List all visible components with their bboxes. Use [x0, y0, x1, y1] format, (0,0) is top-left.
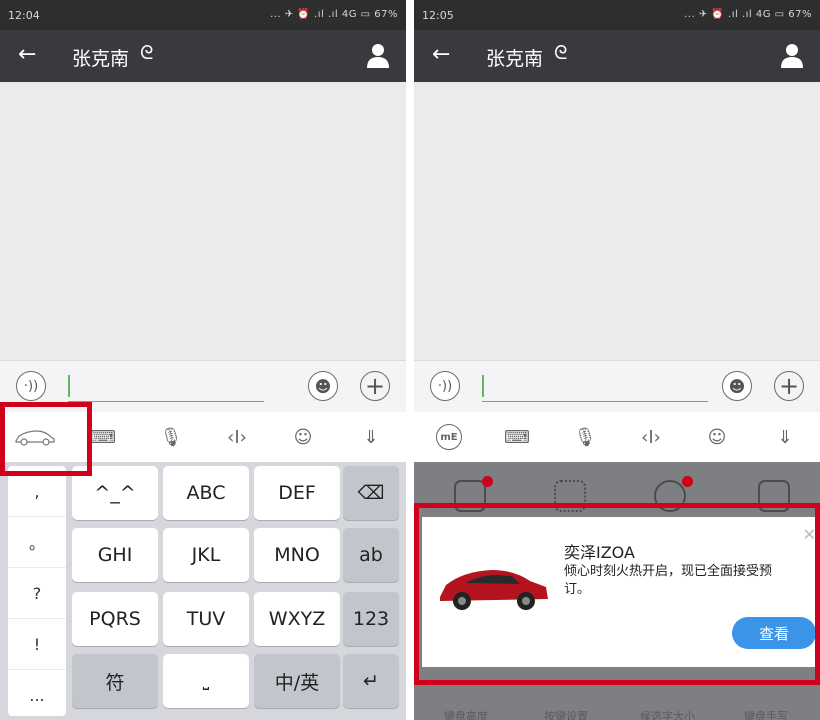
chat-title: 张克南 [486, 48, 544, 70]
key-ghi[interactable]: GHI [72, 528, 158, 582]
cursor-icon[interactable]: ‹I› [618, 412, 684, 462]
symbol-period-key[interactable]: 。 [8, 517, 66, 568]
microphone-icon[interactable]: 🎙 [138, 412, 204, 462]
collapse-icon[interactable]: ⇓ [338, 412, 404, 462]
notification-dot [682, 476, 693, 487]
emoji-icon[interactable]: ☻ [722, 371, 752, 401]
plus-icon[interactable]: + [774, 371, 804, 401]
label-candidate-size: 候选字大小 [640, 710, 695, 720]
text-caret [68, 375, 70, 397]
label-handwriting: 键盘手写 [744, 710, 788, 720]
label-key-settings: 按键设置 [544, 710, 588, 720]
collapse-icon[interactable]: ⇓ [752, 412, 818, 462]
key-def[interactable]: DEF [254, 466, 340, 520]
t9-keyboard: , 。 ? ! ... ^_^ ABC DEF ⌫ GHI JKL MNO ab… [0, 462, 406, 720]
back-arrow-icon[interactable]: ← [18, 42, 36, 67]
key-pqrs[interactable]: PQRS [72, 592, 158, 646]
ime-logo-text: mE [436, 424, 462, 450]
key-tuv[interactable]: TUV [163, 592, 249, 646]
space-key[interactable]: ⎵ [163, 654, 249, 708]
key-lang-switch[interactable]: 中/英 [254, 654, 340, 708]
symbol-ellipsis-key[interactable]: ... [8, 670, 66, 720]
key-123[interactable]: 123 [343, 592, 399, 646]
keyboard-toolbar: mE ⌨ 🎙 ‹I› ☺ ⇓ [414, 412, 820, 463]
status-time: 12:05 [422, 9, 454, 22]
highlight-box-car-icon [0, 402, 92, 476]
title-bar: ← 张克南 ᘓ [414, 30, 820, 82]
notification-dot [482, 476, 493, 487]
status-bar: 12:04 ... ✈ ⏰ .ıl .ıl 4G ▭ 67% [0, 0, 406, 30]
status-icons: ... ✈ ⏰ .ıl .ıl 4G ▭ 67% [270, 9, 398, 20]
smiley-icon[interactable]: ☺ [684, 412, 750, 462]
back-arrow-icon[interactable]: ← [432, 42, 450, 67]
profile-icon[interactable] [366, 42, 390, 68]
key-jkl[interactable]: JKL [163, 528, 249, 582]
symbol-column: , 。 ? ! ... [8, 466, 66, 716]
voice-icon[interactable]: ·)) [430, 371, 460, 401]
key-abc[interactable]: ABC [163, 466, 249, 520]
microphone-icon[interactable]: 🎙 [552, 412, 618, 462]
ear-icon: ᘓ [140, 42, 154, 64]
key-mno[interactable]: MNO [254, 528, 340, 582]
input-bar: ·)) ☻ + [414, 360, 820, 413]
label-keyboard-height: 键盘高度 [444, 710, 488, 720]
status-icons: ... ✈ ⏰ .ıl .ıl 4G ▭ 67% [684, 9, 812, 20]
chat-area [0, 82, 406, 360]
key-wxyz[interactable]: WXYZ [254, 592, 340, 646]
message-input[interactable] [68, 371, 264, 402]
enter-key[interactable]: ↵ [343, 654, 399, 708]
plus-icon[interactable]: + [360, 371, 390, 401]
smiley-icon[interactable]: ☺ [270, 412, 336, 462]
status-bar: 12:05 ... ✈ ⏰ .ıl .ıl 4G ▭ 67% [414, 0, 820, 30]
message-input[interactable] [482, 371, 708, 402]
key-symbols[interactable]: 符 [72, 654, 158, 708]
symbol-question-key[interactable]: ? [8, 568, 66, 619]
keyboard-icon[interactable]: ⌨ [484, 412, 550, 462]
status-time: 12:04 [8, 9, 40, 22]
cursor-icon[interactable]: ‹I› [204, 412, 270, 462]
profile-icon[interactable] [780, 42, 804, 68]
symbol-exclaim-key[interactable]: ! [8, 619, 66, 670]
highlight-box-ad [414, 503, 820, 685]
key-ab[interactable]: ab [343, 528, 399, 582]
text-caret [482, 375, 484, 397]
ime-logo-icon[interactable]: mE [416, 412, 482, 462]
emoji-icon[interactable]: ☻ [308, 371, 338, 401]
voice-icon[interactable]: ·)) [16, 371, 46, 401]
left-phone-screen: 12:04 ... ✈ ⏰ .ıl .ıl 4G ▭ 67% ← 张克南 ᘓ ·… [0, 0, 406, 720]
ear-icon: ᘓ [554, 42, 568, 64]
chat-title: 张克南 [72, 48, 130, 70]
title-bar: ← 张克南 ᘓ [0, 30, 406, 82]
chat-area [414, 82, 820, 360]
backspace-key[interactable]: ⌫ [343, 466, 399, 520]
